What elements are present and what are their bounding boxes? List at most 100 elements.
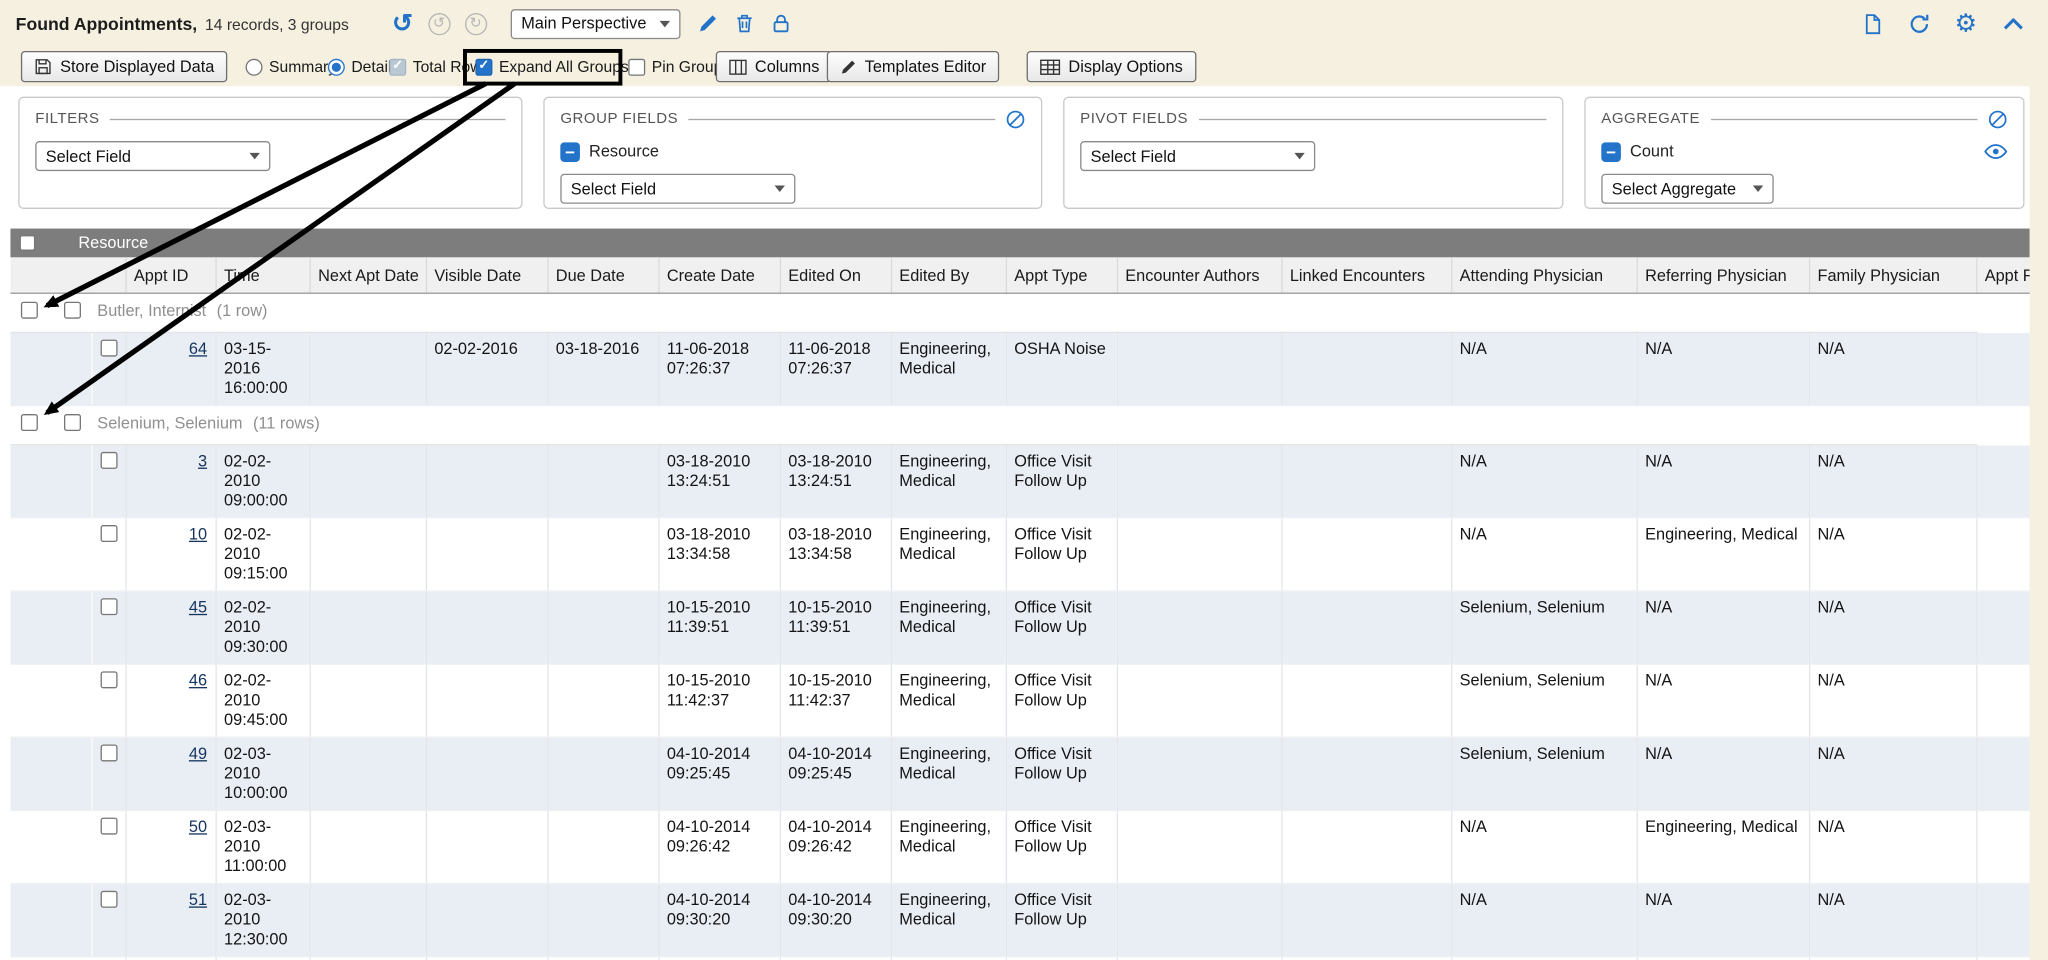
appt-id-link[interactable]: 46: [189, 671, 207, 689]
expand-all-groups-checkbox[interactable]: Expand All Groups: [475, 57, 628, 75]
row-checkbox[interactable]: [100, 452, 117, 469]
detail-radio-control[interactable]: [328, 58, 345, 75]
total-row-checkbox-control[interactable]: [389, 58, 406, 75]
cell-family-physician: N/A: [1809, 518, 1976, 591]
cell-create-date: 10-15-2010 11:39:51: [658, 591, 779, 664]
clear-group-fields-icon[interactable]: [1006, 109, 1026, 129]
aggregate-panel: AGGREGATE − Count Select Aggregate: [1584, 97, 2024, 209]
cell-edited-by: Engineering, Medical: [891, 884, 1006, 957]
refresh-button[interactable]: [1904, 9, 1933, 38]
aggregate-name: Count: [1630, 142, 1674, 160]
appt-id-link[interactable]: 51: [189, 891, 207, 909]
cell-visible-date: [426, 664, 547, 737]
summary-radio-control[interactable]: [246, 58, 263, 75]
document-icon: [1861, 12, 1883, 34]
expand-all-groups-checkbox-control[interactable]: [475, 58, 492, 75]
select-all-checkbox[interactable]: [20, 235, 36, 251]
cell-edited-by: Engineering, Medical: [891, 591, 1006, 664]
column-header-time[interactable]: Time: [216, 257, 310, 293]
group-count: (1 row): [217, 302, 268, 320]
cell-attending-physician: Selenium, Selenium: [1451, 664, 1636, 737]
cell-linked-encounters: [1281, 332, 1451, 405]
eye-icon[interactable]: [1984, 144, 2008, 160]
undo-button[interactable]: ↺: [388, 9, 417, 38]
edit-perspective-button[interactable]: [694, 9, 723, 38]
column-header-appt-id[interactable]: Appt ID: [125, 257, 215, 293]
settings-button[interactable]: ⚙: [1951, 9, 1980, 38]
row-checkbox[interactable]: [100, 891, 117, 908]
columns-button[interactable]: Columns: [716, 51, 833, 82]
cell-next-apt-date: [310, 810, 426, 883]
cell-edited-on: 11-06-2018 07:26:37: [780, 332, 891, 405]
table-row: 5102-03-2010 12:30:0004-10-2014 09:30:20…: [10, 884, 2029, 957]
group-field-select[interactable]: Select Field: [560, 174, 795, 204]
total-row-checkbox[interactable]: Total Row: [389, 57, 481, 75]
redo-button-disabled[interactable]: ↻: [461, 9, 490, 38]
group-expand-checkbox[interactable]: [21, 302, 38, 319]
column-header-attending-physician[interactable]: Attending Physician: [1451, 257, 1636, 293]
gear-icon: ⚙: [1955, 11, 1977, 36]
appointments-table: Resource Appt IDTimeNext Apt DateVisible…: [10, 229, 2029, 960]
appt-id-link[interactable]: 45: [189, 598, 207, 616]
column-header-due-date[interactable]: Due Date: [547, 257, 658, 293]
row-checkbox[interactable]: [100, 744, 117, 761]
detail-radio[interactable]: Detail: [328, 57, 392, 75]
column-header-create-date[interactable]: Create Date: [658, 257, 779, 293]
column-header-family-physician[interactable]: Family Physician: [1809, 257, 1976, 293]
remove-aggregate-icon[interactable]: −: [1601, 142, 1621, 162]
cell-edited-on: 10-15-2010 11:39:51: [780, 591, 891, 664]
appt-id-link[interactable]: 64: [189, 340, 207, 358]
filters-field-select[interactable]: Select Field: [35, 141, 270, 171]
store-displayed-data-button[interactable]: Store Displayed Data: [21, 51, 228, 82]
cell-encounter-authors: [1117, 664, 1282, 737]
column-header-encounter-authors[interactable]: Encounter Authors: [1117, 257, 1282, 293]
column-header-referring-physician[interactable]: Referring Physician: [1637, 257, 1809, 293]
row-checkbox[interactable]: [100, 671, 117, 688]
cell-attending-physician: Selenium, Selenium: [1451, 591, 1636, 664]
redo-icon: ↻: [464, 12, 486, 34]
group-select-checkbox[interactable]: [63, 302, 80, 319]
aggregate-select[interactable]: Select Aggregate: [1601, 174, 1773, 204]
cell-appt-reason: [1976, 518, 2030, 591]
row-checkbox[interactable]: [100, 340, 117, 357]
column-header-next-apt-date[interactable]: Next Apt Date: [310, 257, 426, 293]
lock-perspective-button[interactable]: [767, 9, 796, 38]
group-count: (11 rows): [253, 414, 320, 432]
cell-visible-date: [426, 518, 547, 591]
clear-aggregate-icon[interactable]: [1988, 109, 2008, 129]
group-select-checkbox[interactable]: [63, 414, 80, 431]
column-header-visible-date[interactable]: Visible Date: [426, 257, 547, 293]
display-options-button[interactable]: Display Options: [1027, 51, 1196, 82]
appt-id-link[interactable]: 49: [189, 744, 207, 762]
table-row: 5002-03-2010 11:00:0004-10-2014 09:26:42…: [10, 810, 2029, 883]
appt-id-link[interactable]: 50: [189, 818, 207, 836]
cell-next-apt-date: [310, 591, 426, 664]
column-header-appt-re[interactable]: Appt Re: [1976, 257, 2030, 293]
column-header-appt-type[interactable]: Appt Type: [1006, 257, 1117, 293]
delete-perspective-button[interactable]: [730, 9, 759, 38]
column-header-edited-by[interactable]: Edited By: [891, 257, 1006, 293]
cell-attending-physician: N/A: [1451, 445, 1636, 518]
pivot-field-select[interactable]: Select Field: [1080, 141, 1315, 171]
collapse-panel-button[interactable]: [1998, 9, 2027, 38]
column-header-linked-encounters[interactable]: Linked Encounters: [1281, 257, 1451, 293]
row-checkbox[interactable]: [100, 598, 117, 615]
row-checkbox[interactable]: [100, 525, 117, 542]
perspective-select[interactable]: Main Perspective: [511, 8, 681, 38]
templates-editor-button[interactable]: Templates Editor: [827, 51, 1000, 82]
appt-id-link[interactable]: 10: [189, 525, 207, 543]
results-table: Appt IDTimeNext Apt DateVisible DateDue …: [10, 257, 2029, 960]
pin-groups-checkbox-control[interactable]: [628, 58, 645, 75]
cell-family-physician: N/A: [1809, 332, 1976, 405]
column-header-edited-on[interactable]: Edited On: [780, 257, 891, 293]
appt-id-link[interactable]: 3: [198, 452, 207, 470]
cell-due-date: [547, 884, 658, 957]
group-expand-checkbox[interactable]: [21, 414, 38, 431]
caret-down-icon: [1294, 153, 1304, 160]
caret-down-icon: [1753, 185, 1763, 192]
revert-button-disabled[interactable]: ↺: [425, 9, 454, 38]
remove-group-field-icon[interactable]: −: [560, 142, 580, 162]
export-document-button[interactable]: [1857, 9, 1886, 38]
row-checkbox[interactable]: [100, 818, 117, 835]
summary-radio[interactable]: Summary: [246, 57, 337, 75]
